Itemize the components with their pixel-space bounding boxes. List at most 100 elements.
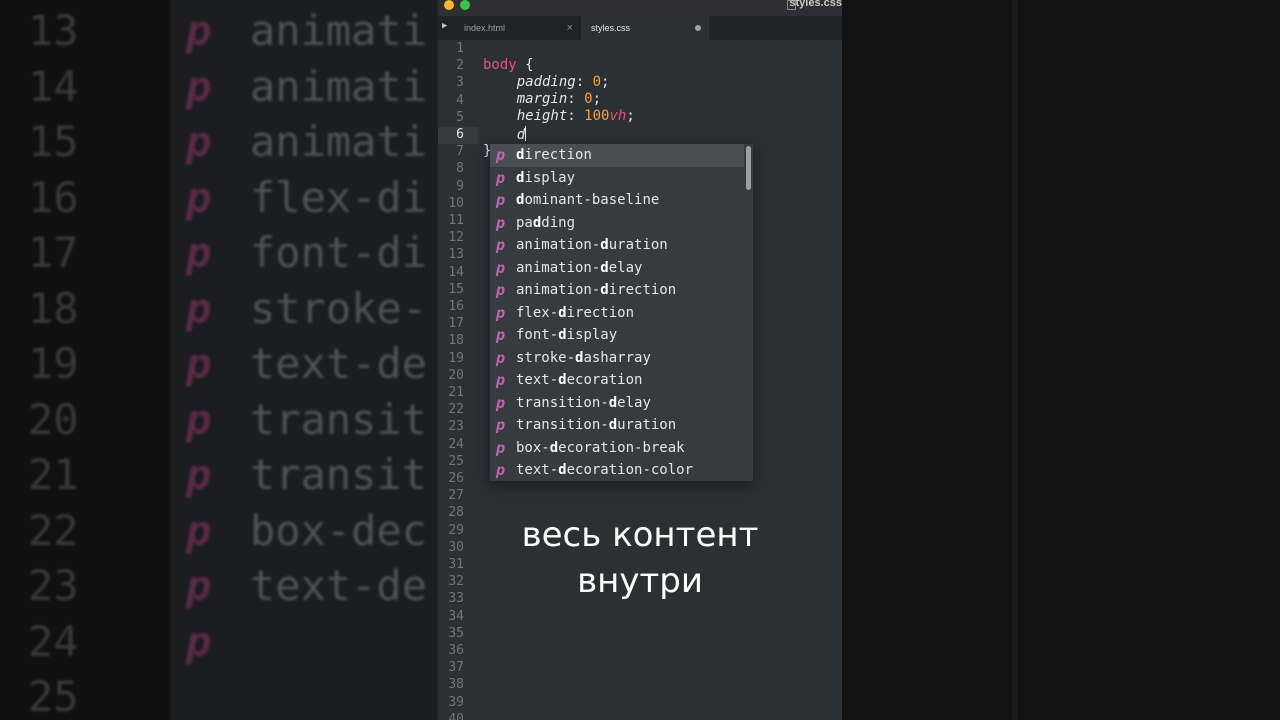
property-kind-icon: p [496, 393, 506, 412]
title-bar: styles.css [438, 0, 842, 14]
autocomplete-item[interactable]: p direction [490, 144, 744, 167]
line-number: 24 [448, 436, 464, 452]
code-line-5[interactable]: height: 100vh; [483, 108, 635, 124]
background-zoom-left: 13 p animati 14 p animati 15 p animati 16 p flex-di… [0, 0, 438, 720]
line-number: 17 [448, 316, 464, 332]
autocomplete-label: font-display [516, 324, 617, 347]
line-number: 37 [448, 660, 464, 676]
background-row: 13 p animati [0, 6, 438, 62]
background-row: 18 p stroke- [0, 284, 438, 340]
caption-line-2: внутри [577, 561, 703, 601]
property-kind-icon: p [496, 348, 506, 367]
background-text: text-de [250, 339, 428, 388]
label-suffix: elay [617, 394, 651, 411]
label-prefix: box- [516, 439, 550, 456]
code-line-4[interactable]: margin: 0; [483, 91, 601, 107]
autocomplete-item[interactable]: p transition-duration [490, 414, 744, 437]
line-number: 16 [448, 299, 464, 314]
background-line-number: 22 [28, 505, 79, 555]
line-number: 8 [456, 161, 464, 177]
line-number: 40 [448, 711, 464, 720]
line-number: 20 [448, 367, 464, 383]
background-property-icon: p [186, 6, 212, 55]
property-kind-icon: p [496, 236, 506, 254]
label-suffix: isplay [566, 327, 618, 343]
property-kind-icon: p [496, 213, 506, 232]
label-match: d [558, 372, 567, 388]
label-suffix: irection [524, 147, 592, 163]
label-match: d [608, 417, 618, 433]
line-number: 9 [456, 178, 464, 194]
background-text: transit [250, 394, 428, 444]
css-unit: vh [609, 108, 627, 124]
background-text: font-di [250, 228, 428, 277]
popup-scrollbar[interactable] [746, 146, 751, 190]
line-number: 6 [456, 127, 464, 142]
autocomplete-item[interactable]: p text-decoration-color [490, 459, 744, 481]
property-kind-icon: p [496, 371, 506, 389]
background-row: 24 p [0, 617, 438, 673]
code-line-3[interactable]: padding: 0; [483, 74, 610, 90]
autocomplete-item[interactable]: p transition-delay [490, 392, 744, 415]
autocomplete-item[interactable]: p animation-duration [490, 234, 744, 257]
background-property-icon: p [186, 450, 212, 499]
autocomplete-item[interactable]: p stroke-dasharray [490, 347, 744, 370]
background-zoom-right [842, 0, 1280, 720]
code-line-2[interactable]: body { [483, 57, 534, 73]
autocomplete-label: direction [516, 144, 592, 167]
background-property-icon: p [186, 394, 212, 444]
property-kind-icon: p [496, 461, 506, 479]
tab-index-html[interactable]: index.html × [454, 16, 580, 40]
background-row: 22 p box-dec [0, 506, 438, 562]
line-number: 3 [456, 75, 464, 91]
background-text: transit [250, 450, 428, 499]
background-property-icon: p [186, 339, 212, 388]
autocomplete-item[interactable]: p font-display [490, 324, 744, 347]
line-number: 19 [448, 350, 464, 366]
line-number-gutter: 1 2 3 4 5 6 7 8 9 10 11 12 13 14 15 16 17 18 19 20 21 22 23 24 2… [438, 40, 476, 720]
sidebar-toggle-icon[interactable]: ▶ [442, 21, 447, 31]
line-number: 34 [448, 608, 464, 624]
line-number: 10 [448, 195, 464, 211]
unsaved-dot-icon[interactable] [695, 25, 701, 31]
autocomplete-label: dominant-baseline [516, 189, 659, 212]
line-number: 39 [448, 694, 464, 710]
background-line-number: 25 [28, 672, 79, 720]
autocomplete-item[interactable]: p box-decoration-break [490, 437, 744, 460]
background-line-number: 14 [28, 61, 79, 111]
background-text: flex-di [250, 172, 428, 222]
autocomplete-item[interactable]: p padding [490, 212, 744, 235]
property-kind-icon: p [496, 326, 506, 344]
css-value: 0 [584, 91, 593, 107]
label-match: d [600, 237, 609, 253]
tab-label: index.html [464, 23, 506, 33]
line-number: 15 [448, 281, 464, 297]
label-prefix: transition- [516, 417, 609, 433]
label-prefix: text- [516, 372, 559, 388]
autocomplete-item[interactable]: p animation-delay [490, 257, 744, 280]
label-suffix: isplay [524, 169, 576, 186]
autocomplete-item[interactable]: p animation-direction [490, 279, 744, 302]
tab-styles-css[interactable]: styles.css [581, 16, 709, 40]
autocomplete-item[interactable]: p flex-direction [490, 302, 744, 325]
autocomplete-label: stroke-dasharray [516, 347, 651, 370]
label-prefix: font- [516, 327, 559, 343]
property-kind-icon: p [496, 438, 506, 457]
autocomplete-item[interactable]: p dominant-baseline [490, 189, 744, 212]
line-number: 18 [448, 333, 464, 349]
zoom-button[interactable] [460, 0, 470, 10]
autocomplete-item[interactable]: p display [490, 167, 744, 190]
close-icon[interactable]: × [567, 16, 573, 40]
autocomplete-popup[interactable]: p direction p display p dominant-baseline p pad… [490, 144, 753, 481]
minimize-button[interactable] [444, 0, 454, 10]
background-text: text-de [250, 561, 428, 610]
code-line-6[interactable]: d [483, 126, 527, 143]
line-number: 25 [448, 453, 464, 469]
autocomplete-item[interactable]: p text-decoration [490, 369, 744, 392]
background-text: animati [250, 6, 428, 55]
label-suffix: ecoration [566, 372, 643, 388]
background-property-icon: p [186, 172, 212, 222]
background-row: 21 p transit [0, 450, 438, 506]
background-property-icon: p [186, 117, 212, 166]
background-row: 25 [0, 672, 438, 720]
